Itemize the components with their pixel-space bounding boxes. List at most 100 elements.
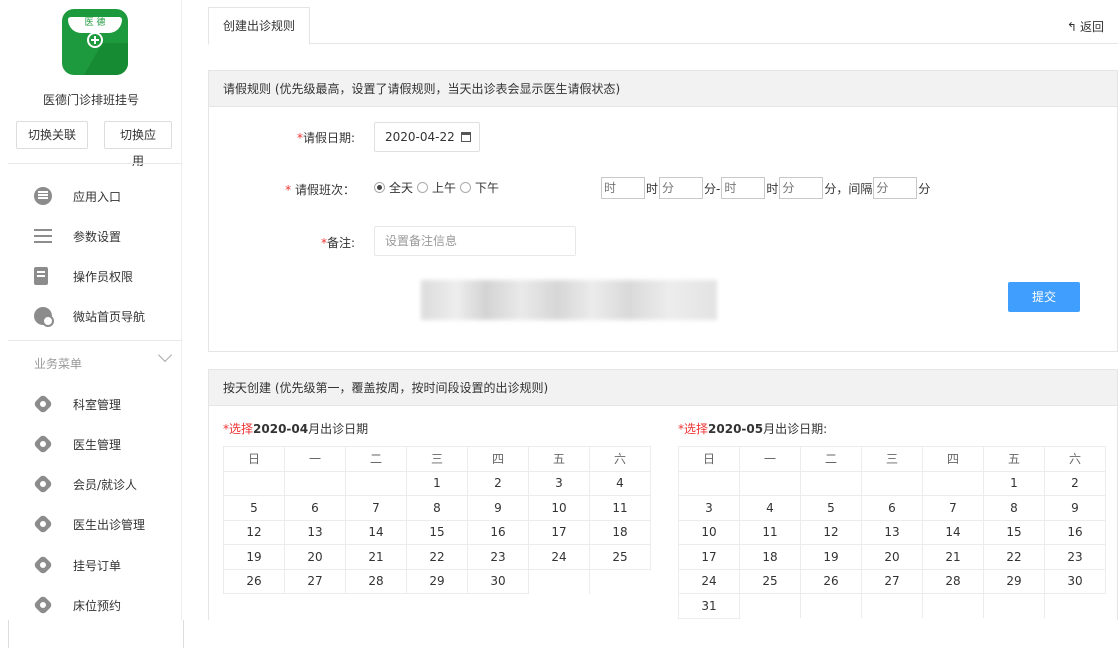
start-hour-input[interactable] — [601, 177, 645, 199]
sidebar-item-site-nav[interactable]: 微站首页导航 — [0, 296, 182, 336]
calendar-empty-cell — [528, 568, 590, 594]
calendar-day[interactable]: 8 — [406, 495, 468, 521]
note-input[interactable]: 设置备注信息 — [374, 226, 576, 256]
calendar-day[interactable]: 3 — [528, 470, 590, 496]
sidebar-item-members[interactable]: 会员/就诊人 — [0, 464, 182, 504]
calendar-day[interactable]: 23 — [467, 544, 529, 570]
sidebar-item-operator-perms[interactable]: 操作员权限 — [0, 256, 182, 296]
radio-afternoon[interactable] — [460, 182, 472, 193]
calendar-day[interactable]: 18 — [739, 544, 801, 570]
list-icon — [34, 227, 52, 245]
leave-date-picker[interactable]: 2020-04-22 — [374, 122, 480, 152]
calendar-day[interactable]: 15 — [406, 519, 468, 545]
calendar-day[interactable]: 19 — [223, 544, 285, 570]
calendar-day[interactable]: 8 — [983, 495, 1045, 521]
calendar-day[interactable]: 11 — [589, 495, 651, 521]
calendar-day[interactable]: 3 — [678, 495, 740, 521]
calendar-day[interactable]: 14 — [922, 519, 984, 545]
calendar-day[interactable]: 18 — [589, 519, 651, 545]
calendar-day[interactable]: 14 — [345, 519, 407, 545]
calendar-day[interactable]: 2 — [467, 470, 529, 496]
calendar-day[interactable]: 29 — [406, 568, 468, 594]
weekday-header: 三 — [861, 446, 923, 472]
calendar-empty-cell — [739, 593, 801, 618]
calendar-day[interactable]: 9 — [1044, 495, 1106, 521]
calendar-day[interactable]: 15 — [983, 519, 1045, 545]
menu-group-title[interactable]: 业务菜单 — [34, 355, 82, 372]
calendar-day[interactable]: 23 — [1044, 544, 1106, 570]
submit-button[interactable]: 提交 — [1008, 282, 1080, 312]
calendar-day[interactable]: 30 — [467, 568, 529, 594]
calendar-day[interactable]: 28 — [922, 568, 984, 594]
calendar-day[interactable]: 22 — [406, 544, 468, 570]
calendar-empty-cell — [678, 470, 740, 496]
calendar-day[interactable]: 17 — [678, 544, 740, 570]
gear-icon — [33, 474, 53, 494]
radio-morning[interactable] — [417, 182, 429, 193]
sidebar-item-doctor-schedule[interactable]: 医生出诊管理 — [0, 504, 182, 544]
calendar-day[interactable]: 7 — [345, 495, 407, 521]
sidebar-item-label: 参数设置 — [73, 229, 122, 244]
calendar-day[interactable]: 24 — [528, 544, 590, 570]
calendar-day[interactable]: 4 — [739, 495, 801, 521]
calendar-day[interactable]: 27 — [284, 568, 346, 594]
calendar-icon — [461, 132, 471, 142]
calendar-day[interactable]: 25 — [739, 568, 801, 594]
calendar-day[interactable]: 6 — [861, 495, 923, 521]
calendar-day[interactable]: 10 — [528, 495, 590, 521]
calendar-day[interactable]: 10 — [678, 519, 740, 545]
end-hour-input[interactable] — [721, 177, 766, 199]
calendar-day[interactable]: 21 — [345, 544, 407, 570]
sidebar-item-params[interactable]: 参数设置 — [0, 216, 182, 256]
calendar-day[interactable]: 20 — [284, 544, 346, 570]
switch-link-button[interactable]: 切换关联 — [16, 121, 88, 149]
shift-radio-group: 全天 上午 下午 — [374, 179, 503, 196]
sidebar-item-bed-booking[interactable]: 床位预约 — [0, 585, 182, 625]
start-minute-input[interactable] — [659, 177, 704, 199]
calendar-day[interactable]: 19 — [800, 544, 862, 570]
sidebar-item-departments[interactable]: 科室管理 — [0, 384, 182, 424]
calendar-day[interactable]: 7 — [922, 495, 984, 521]
calendar-day[interactable]: 30 — [1044, 568, 1106, 594]
calendar-day[interactable]: 5 — [800, 495, 862, 521]
sidebar-item-app-entry[interactable]: 应用入口 — [0, 176, 182, 216]
calendar-day[interactable]: 27 — [861, 568, 923, 594]
end-minute-input[interactable] — [779, 177, 824, 199]
calendar-day[interactable]: 1 — [983, 470, 1045, 496]
calendar-day[interactable]: 25 — [589, 544, 651, 570]
calendar-day[interactable]: 24 — [678, 568, 740, 594]
calendar-day[interactable]: 31 — [678, 593, 740, 619]
may-caption: *选择2020-05月出诊日期: — [678, 422, 828, 436]
sidebar-item-doctors[interactable]: 医生管理 — [0, 424, 182, 464]
calendar-day[interactable]: 13 — [284, 519, 346, 545]
calendar-day[interactable]: 12 — [800, 519, 862, 545]
calendar-day[interactable]: 11 — [739, 519, 801, 545]
calendar-day[interactable]: 1 — [406, 470, 468, 496]
sidebar-item-orders[interactable]: 挂号订单 — [0, 545, 182, 585]
tab-create-rule[interactable]: 创建出诊规则 — [208, 7, 311, 45]
calendar-day[interactable]: 26 — [223, 568, 285, 594]
calendar-day[interactable]: 20 — [861, 544, 923, 570]
calendar-day[interactable]: 26 — [800, 568, 862, 594]
calendar-day[interactable]: 16 — [467, 519, 529, 545]
calendar-day[interactable]: 13 — [861, 519, 923, 545]
radio-all-day[interactable] — [374, 182, 385, 193]
calendar-day[interactable]: 28 — [345, 568, 407, 594]
interval-minute-input[interactable] — [873, 177, 918, 199]
calendar-day[interactable]: 9 — [467, 495, 529, 521]
calendar-day[interactable]: 17 — [528, 519, 590, 545]
calendar-day[interactable]: 12 — [223, 519, 285, 545]
chevron-down-icon[interactable] — [157, 347, 173, 363]
calendar-day[interactable]: 4 — [589, 470, 651, 496]
calendar-day[interactable]: 16 — [1044, 519, 1106, 545]
calendar-day[interactable]: 21 — [922, 544, 984, 570]
calendar-day[interactable]: 6 — [284, 495, 346, 521]
sidebar-item-label: 挂号订单 — [73, 558, 122, 573]
switch-app-button[interactable]: 切换应用 — [104, 121, 172, 168]
weekday-header: 六 — [589, 446, 651, 472]
calendar-day[interactable]: 29 — [983, 568, 1045, 594]
calendar-day[interactable]: 5 — [223, 495, 285, 521]
calendar-day[interactable]: 2 — [1044, 470, 1106, 496]
back-button[interactable]: ↰ 返回 — [1067, 18, 1104, 35]
calendar-day[interactable]: 22 — [983, 544, 1045, 570]
